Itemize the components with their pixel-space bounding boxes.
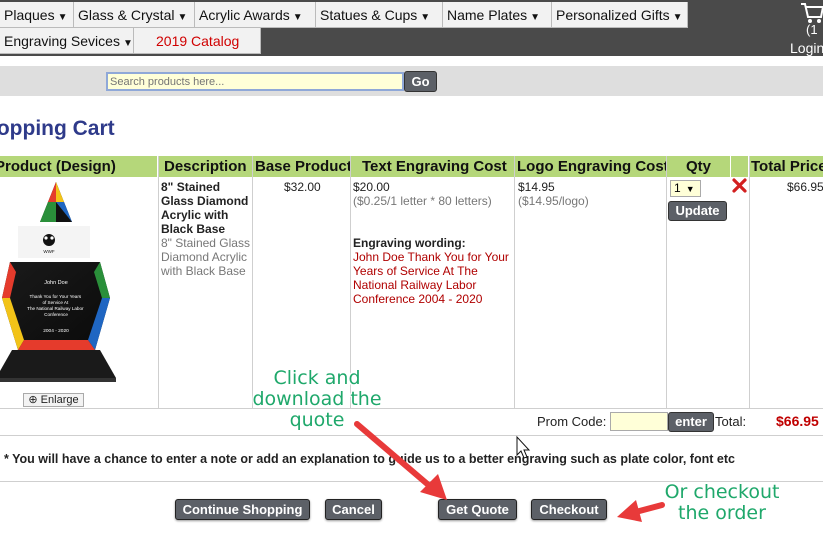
zoom-icon: ⊕ — [28, 394, 41, 406]
divider — [749, 156, 750, 408]
engraving-wording: John Doe Thank You for Your Years of Ser… — [353, 250, 509, 306]
promo-code-label: Prom Code: — [537, 414, 607, 429]
search-bar: Go — [0, 66, 823, 96]
arrow-head-icon — [617, 500, 642, 522]
cart-count: (1 — [806, 22, 818, 37]
update-button[interactable]: Update — [668, 201, 727, 221]
description-title: 8" Stained Glass Diamond Acrylic with Bl… — [161, 180, 249, 236]
nav-row-2: Engraving Sevices ▼ 2019 Catalog — [0, 28, 261, 54]
engraving-note: * You will have a chance to enter a note… — [4, 452, 735, 466]
logo-engraving-detail: ($14.95/logo) — [518, 194, 589, 208]
nav-item-plaques[interactable]: Plaques ▼ — [0, 2, 74, 28]
top-nav: Plaques ▼ Glass & Crystal ▼ Acrylic Awards… — [0, 0, 823, 56]
search-input[interactable] — [106, 72, 404, 91]
nav-item-name-plates[interactable]: Name Plates ▼ — [443, 2, 552, 28]
enlarge-button[interactable]: ⊕ Enlarge — [23, 393, 84, 407]
continue-shopping-button[interactable]: Continue Shopping — [175, 499, 310, 520]
chevron-down-icon: ▼ — [177, 12, 188, 23]
divider — [666, 156, 667, 408]
shopping-cart-icon — [801, 3, 823, 23]
column-header-text-engraving: Text Engraving Cost — [351, 156, 514, 177]
checkout-button[interactable]: Checkout — [531, 499, 607, 520]
award-name: John Doe — [44, 280, 68, 286]
divider — [0, 408, 823, 409]
nav-item-2019-catalog[interactable]: 2019 Catalog — [134, 28, 261, 54]
nav-item-engraving-services[interactable]: Engraving Sevices ▼ — [0, 28, 134, 54]
cancel-button[interactable]: Cancel — [325, 499, 382, 520]
get-quote-button[interactable]: Get Quote — [438, 499, 517, 520]
total-label: Total: — [715, 414, 747, 429]
column-header-product: Product (Design) — [0, 156, 157, 177]
column-header-spacer — [731, 156, 748, 177]
chevron-down-icon: ▼ — [122, 38, 133, 49]
engraving-wording-label: Engraving wording: — [353, 236, 466, 250]
base-price: $32.00 — [284, 180, 321, 194]
chevron-down-icon: ▼ — [685, 184, 695, 194]
checkout-callout: Or checkout the order — [664, 481, 780, 524]
award-years: 2004 - 2020 — [43, 328, 69, 334]
promo-code-input[interactable] — [610, 412, 668, 431]
quantity-select[interactable]: 1 ▼ — [670, 180, 701, 197]
promo-enter-button[interactable]: enter — [668, 412, 714, 432]
divider — [0, 435, 823, 436]
description-subtitle: 8" Stained Glass Diamond Acrylic with Bl… — [161, 236, 250, 278]
search-go-button[interactable]: Go — [404, 71, 437, 92]
chevron-down-icon: ▼ — [420, 12, 431, 23]
line-total: $66.95 — [787, 180, 823, 194]
nav-item-statues-cups[interactable]: Statues & Cups ▼ — [316, 2, 443, 28]
nav-item-personalized-gifts[interactable]: Personalized Gifts ▼ — [552, 2, 688, 28]
nav-item-acrylic-awards[interactable]: Acrylic Awards ▼ — [195, 2, 316, 28]
divider — [514, 156, 515, 408]
page-title: Shopping Cart — [0, 117, 115, 140]
chevron-down-icon: ▼ — [292, 12, 303, 23]
text-engraving-cost: $20.00 — [353, 180, 390, 194]
cart-login-box[interactable]: (1 Login — [790, 0, 823, 56]
nav-item-glass-crystal[interactable]: Glass & Crystal ▼ — [74, 2, 195, 28]
chevron-down-icon: ▼ — [530, 12, 541, 23]
column-header-base-product: Base Product — [253, 156, 350, 177]
chevron-down-icon: ▼ — [672, 12, 683, 23]
award-logo-text: WWF — [43, 249, 54, 254]
column-header-total: Total Price — [749, 156, 823, 177]
chevron-down-icon: ▼ — [57, 12, 68, 23]
grand-total: $66.95 — [776, 413, 819, 429]
nav-row-1: Plaques ▼ Glass & Crystal ▼ Acrylic Awards… — [0, 2, 688, 28]
arrow-head-icon — [420, 474, 447, 500]
column-header-logo-engraving: Logo Engraving Cost — [515, 156, 666, 177]
delete-icon[interactable] — [732, 178, 747, 193]
text-engraving-detail: ($0.25/1 letter * 80 letters) — [353, 194, 492, 208]
divider — [158, 156, 159, 408]
product-image: WWF John Doe Thank You for Your Years of… — [0, 182, 116, 382]
quote-callout: Click and download the quote — [252, 367, 382, 431]
login-link[interactable]: Login — [790, 40, 823, 56]
column-header-description: Description — [159, 156, 252, 177]
arrow-to-checkout-icon — [629, 502, 665, 516]
logo-engraving-cost: $14.95 — [518, 180, 555, 194]
column-header-qty: Qty — [667, 156, 730, 177]
